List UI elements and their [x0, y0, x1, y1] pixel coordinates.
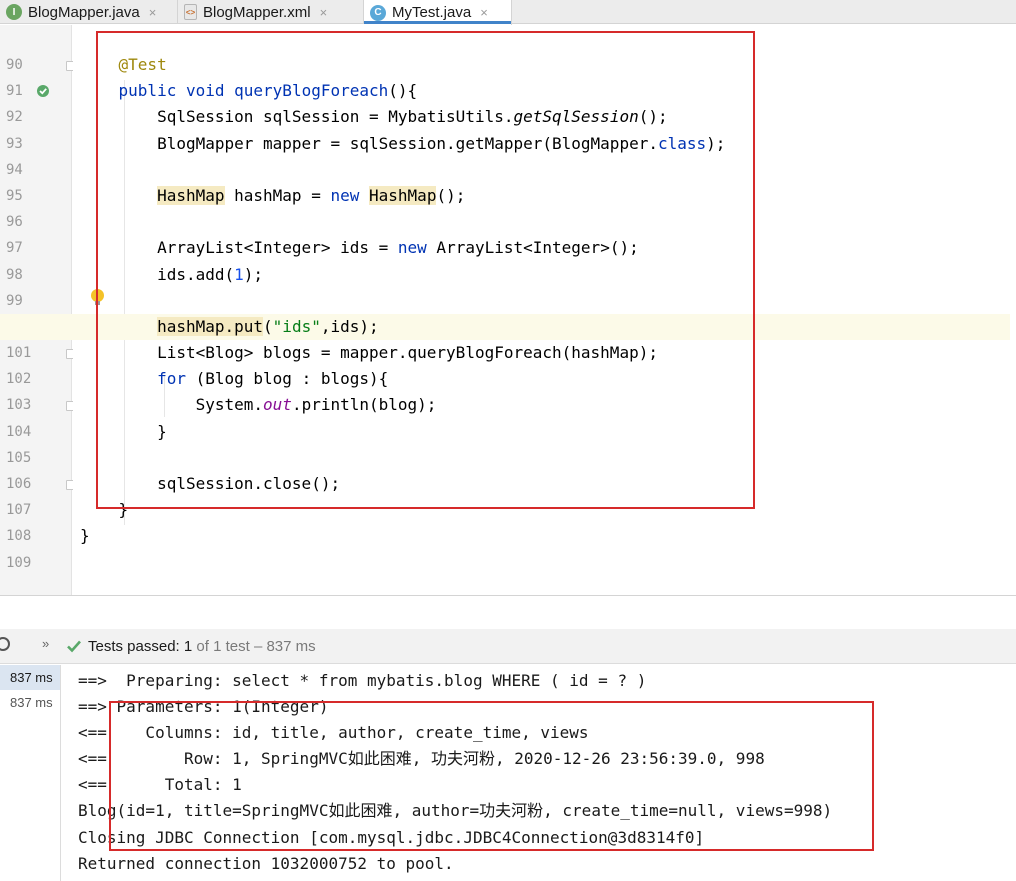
- expand-toolbar-icon[interactable]: »: [42, 636, 49, 651]
- line-number: 104: [6, 423, 32, 440]
- code-editor[interactable]: @Test public void queryBlogForeach(){ Sq…: [0, 25, 1016, 595]
- code-line-current: hashMap.put("ids",ids);: [0, 313, 1010, 341]
- test-tree-item[interactable]: 837 ms: [0, 690, 60, 715]
- code-line: }: [80, 500, 129, 520]
- line-number: 90: [6, 57, 23, 73]
- code-line: sqlSession.close();: [80, 474, 341, 493]
- console-line: <== Total: 1: [78, 775, 242, 795]
- line-number: 95: [6, 187, 23, 204]
- line-number: 106: [6, 476, 32, 492]
- console-line: <== Row: 1, SpringMVC如此困难, 功夫河粉, 2020-12…: [78, 749, 765, 769]
- close-icon[interactable]: ×: [320, 5, 328, 20]
- line-number: 91: [6, 83, 23, 100]
- code-lines: @Test public void queryBlogForeach(){ Sq…: [0, 52, 1010, 576]
- editor-gutter[interactable]: 90 91 92 93 94 95 96 97 98 99 100 101 10…: [0, 25, 76, 595]
- test-status-suffix: of 1 test – 837 ms: [196, 638, 316, 655]
- console-line: Returned connection 1032000752 to pool.: [78, 853, 454, 873]
- code-line: }: [80, 526, 90, 546]
- close-icon[interactable]: ×: [480, 5, 488, 20]
- tab-mytest-java[interactable]: C MyTest.java ×: [364, 0, 512, 25]
- code-line: ArrayList<Integer> ids = new ArrayList<I…: [80, 238, 639, 258]
- console-line: Blog(id=1, title=SpringMVC如此困难, author=功…: [78, 801, 833, 821]
- code-line: ids.add(1);: [80, 264, 264, 284]
- code-line: SqlSession sqlSession = MybatisUtils.get…: [80, 107, 668, 127]
- line-number: 102: [6, 371, 32, 388]
- test-tree: 837 ms 837 ms: [0, 665, 61, 881]
- panel-splitter[interactable]: [0, 595, 1016, 629]
- class-icon: C: [370, 4, 386, 21]
- code-line: }: [80, 421, 167, 441]
- line-number: 109: [6, 554, 32, 571]
- console-output[interactable]: ==> Preparing: select * from mybatis.blo…: [62, 665, 1016, 881]
- console-line: ==> Preparing: select * from mybatis.blo…: [78, 671, 647, 690]
- editor-tab-bar: I BlogMapper.java × <> BlogMapper.xml × …: [0, 0, 1016, 25]
- tab-blogmapper-xml[interactable]: <> BlogMapper.xml ×: [178, 0, 364, 24]
- console-lines: ==> Preparing: select * from mybatis.blo…: [78, 668, 832, 877]
- line-number: 96: [6, 214, 23, 231]
- search-icon[interactable]: [0, 637, 10, 651]
- line-number: 101: [6, 345, 32, 362]
- console-line: ==> Parameters: 1(Integer): [78, 697, 329, 717]
- line-number: 108: [6, 528, 32, 545]
- tab-blogmapper-java[interactable]: I BlogMapper.java ×: [0, 0, 178, 24]
- interface-icon: I: [6, 4, 22, 20]
- console-line: <== Columns: id, title, author, create_t…: [78, 723, 589, 743]
- code-line: System.out.println(blog);: [80, 395, 437, 415]
- run-test-icon[interactable]: [36, 84, 50, 98]
- check-icon: [67, 640, 81, 653]
- line-number: 92: [6, 109, 23, 126]
- test-status-text: Tests passed: 1 of 1 test – 837 ms: [88, 638, 316, 655]
- line-number: 107: [6, 502, 32, 519]
- code-line: for (Blog blog : blogs){: [157, 369, 389, 389]
- test-tree-item[interactable]: 837 ms: [0, 665, 60, 690]
- test-status-count: 1: [183, 638, 193, 655]
- tab-label: BlogMapper.xml: [203, 3, 311, 21]
- line-number: 97: [6, 240, 23, 257]
- line-number: 98: [6, 266, 23, 283]
- intention-bulb-icon[interactable]: [91, 289, 104, 305]
- code-line: HashMap hashMap = new HashMap();: [157, 185, 466, 205]
- line-number: 103: [6, 397, 32, 414]
- line-number: 99: [6, 292, 23, 309]
- test-results-toolbar: » Tests passed: 1 of 1 test – 837 ms: [0, 629, 1016, 664]
- close-icon[interactable]: ×: [149, 5, 157, 20]
- line-number: 93: [6, 135, 23, 152]
- tab-label: BlogMapper.java: [28, 3, 140, 21]
- code-line: BlogMapper mapper = sqlSession.getMapper…: [80, 133, 726, 153]
- test-status-prefix: Tests passed:: [88, 638, 180, 655]
- line-number: 94: [6, 161, 23, 178]
- console-line: Closing JDBC Connection [com.mysql.jdbc.…: [78, 827, 705, 847]
- code-line: @Test: [80, 55, 167, 74]
- line-number: 105: [6, 449, 32, 466]
- code-line: public void queryBlogForeach(){: [118, 81, 418, 101]
- xml-file-icon: <>: [184, 4, 197, 20]
- code-line: List<Blog> blogs = mapper.queryBlogForea…: [80, 343, 658, 363]
- tab-label: MyTest.java: [392, 4, 472, 21]
